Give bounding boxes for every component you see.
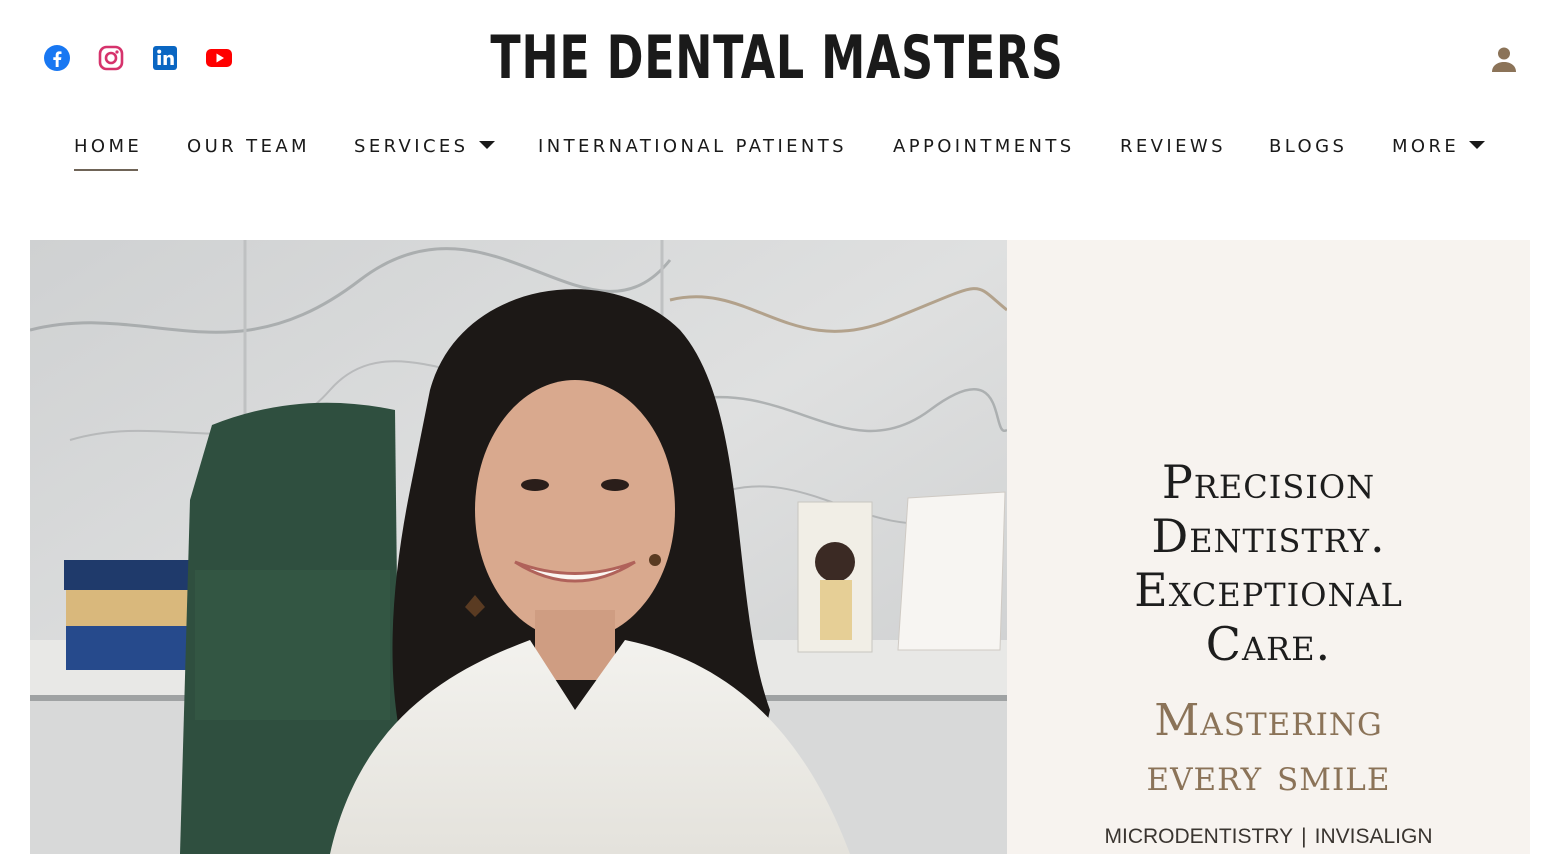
site-title[interactable]: THE DENTAL MASTERS [202,22,1352,94]
nav-item-home[interactable]: HOME [74,134,143,171]
instagram-icon [98,45,124,71]
hero-headline: Precision Dentistry. Exceptional Care. [1007,455,1530,671]
headline-line: Exceptional [1134,563,1403,617]
hero-photo [30,240,1007,854]
tagline-line: Mastering [1154,695,1383,746]
nav-item-reviews[interactable]: REVIEWS [1120,134,1226,160]
facebook-link[interactable] [43,44,71,72]
linkedin-link[interactable] [151,44,179,72]
hero-text-panel: Precision Dentistry. Exceptional Care. M… [1007,240,1530,854]
nav-item-more[interactable]: MORE [1392,134,1486,160]
nav-item-appointments[interactable]: APPOINTMENTS [893,134,1075,160]
nav-item-our-team[interactable]: OUR TEAM [187,134,310,160]
nav-label: REVIEWS [1120,136,1226,157]
nav-item-services[interactable]: SERVICES [354,134,495,160]
tagline-line: every smile [1146,750,1391,801]
nav-item-blogs[interactable]: BLOGS [1269,134,1347,160]
account-button[interactable] [1490,45,1518,73]
nav-label: INTERNATIONAL PATIENTS [538,136,848,157]
nav-label: APPOINTMENTS [893,136,1075,157]
facebook-icon [44,45,70,71]
headline-line: Care. [1205,617,1332,671]
headline-line: Precision [1161,455,1376,509]
nav-label: SERVICES [354,136,469,157]
headline-line: Dentistry. [1151,509,1386,563]
caret-down-icon [478,141,495,149]
hero-tagline: Mastering every smile [1007,693,1530,803]
separator: | [1301,825,1307,848]
caret-down-icon [1469,141,1486,149]
linkedin-icon [153,46,177,70]
nav-label: MORE [1392,136,1460,157]
nav-label: BLOGS [1269,136,1348,157]
main-nav: HOME OUR TEAM SERVICES INTERNATIONAL PAT… [0,134,1554,174]
instagram-link[interactable] [97,44,125,72]
nav-label: OUR TEAM [187,136,310,157]
service-invisalign: INVISALIGN [1314,825,1433,848]
nav-label: HOME [74,136,143,157]
hero-services: MICRODENTISTRY | INVISALIGN [1007,823,1530,851]
service-microdentistry: MICRODENTISTRY [1104,825,1294,848]
nav-item-international-patients[interactable]: INTERNATIONAL PATIENTS [538,134,847,160]
person-icon [1492,47,1516,72]
